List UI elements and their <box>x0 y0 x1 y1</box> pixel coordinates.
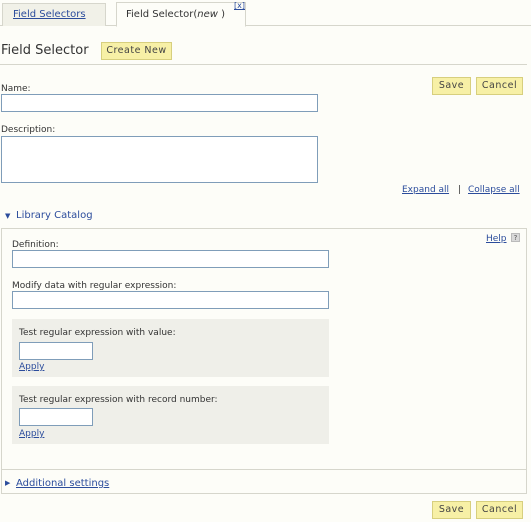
save-button-bottom[interactable]: Save <box>432 501 471 519</box>
tab-field-selector-new-label: Field Selector(new ) <box>126 9 226 20</box>
save-button-top[interactable]: Save <box>432 77 471 95</box>
triangle-down-icon[interactable]: ▼ <box>5 212 10 220</box>
cancel-button-top[interactable]: Cancel <box>476 77 523 95</box>
name-input[interactable] <box>1 94 318 112</box>
definition-label: Definition: <box>12 240 59 250</box>
apply-value-link[interactable]: Apply <box>19 362 44 372</box>
test-value-label: Test regular expression with value: <box>19 328 176 338</box>
expand-all-link[interactable]: Expand all <box>402 185 449 195</box>
additional-settings-divider <box>1 469 527 470</box>
test-record-input[interactable] <box>19 408 93 426</box>
test-record-label: Test regular expression with record numb… <box>19 395 218 405</box>
description-label: Description: <box>1 125 56 135</box>
help-icon[interactable]: ? <box>511 233 520 242</box>
regex-label: Modify data with regular expression: <box>12 281 177 291</box>
additional-settings-link[interactable]: Additional settings <box>16 478 109 489</box>
library-catalog-title[interactable]: Library Catalog <box>16 210 93 221</box>
name-label: Name: <box>1 84 31 94</box>
regex-input[interactable] <box>12 291 329 309</box>
page-title: Field Selector <box>1 43 89 58</box>
apply-record-link[interactable]: Apply <box>19 429 44 439</box>
tab-field-selectors-label[interactable]: Field Selectors <box>13 9 86 20</box>
definition-input[interactable] <box>12 250 329 268</box>
library-catalog-header[interactable]: ▼ Library Catalog <box>1 204 527 229</box>
tab-field-selector-new[interactable]: Field Selector(new ) <box>116 2 246 27</box>
help-link[interactable]: Help <box>486 234 507 244</box>
cancel-button-bottom[interactable]: Cancel <box>476 501 523 519</box>
collapse-all-link[interactable]: Collapse all <box>468 185 520 195</box>
description-textarea[interactable] <box>1 136 318 183</box>
tab-close-icon[interactable]: [x] <box>234 1 245 10</box>
create-new-button[interactable]: Create New <box>101 42 172 60</box>
test-value-input[interactable] <box>19 342 93 360</box>
triangle-right-icon[interactable]: ▶ <box>5 479 10 487</box>
tab-field-selectors[interactable]: Field Selectors <box>2 3 106 26</box>
link-separator: | <box>458 185 462 195</box>
title-divider <box>0 64 527 65</box>
